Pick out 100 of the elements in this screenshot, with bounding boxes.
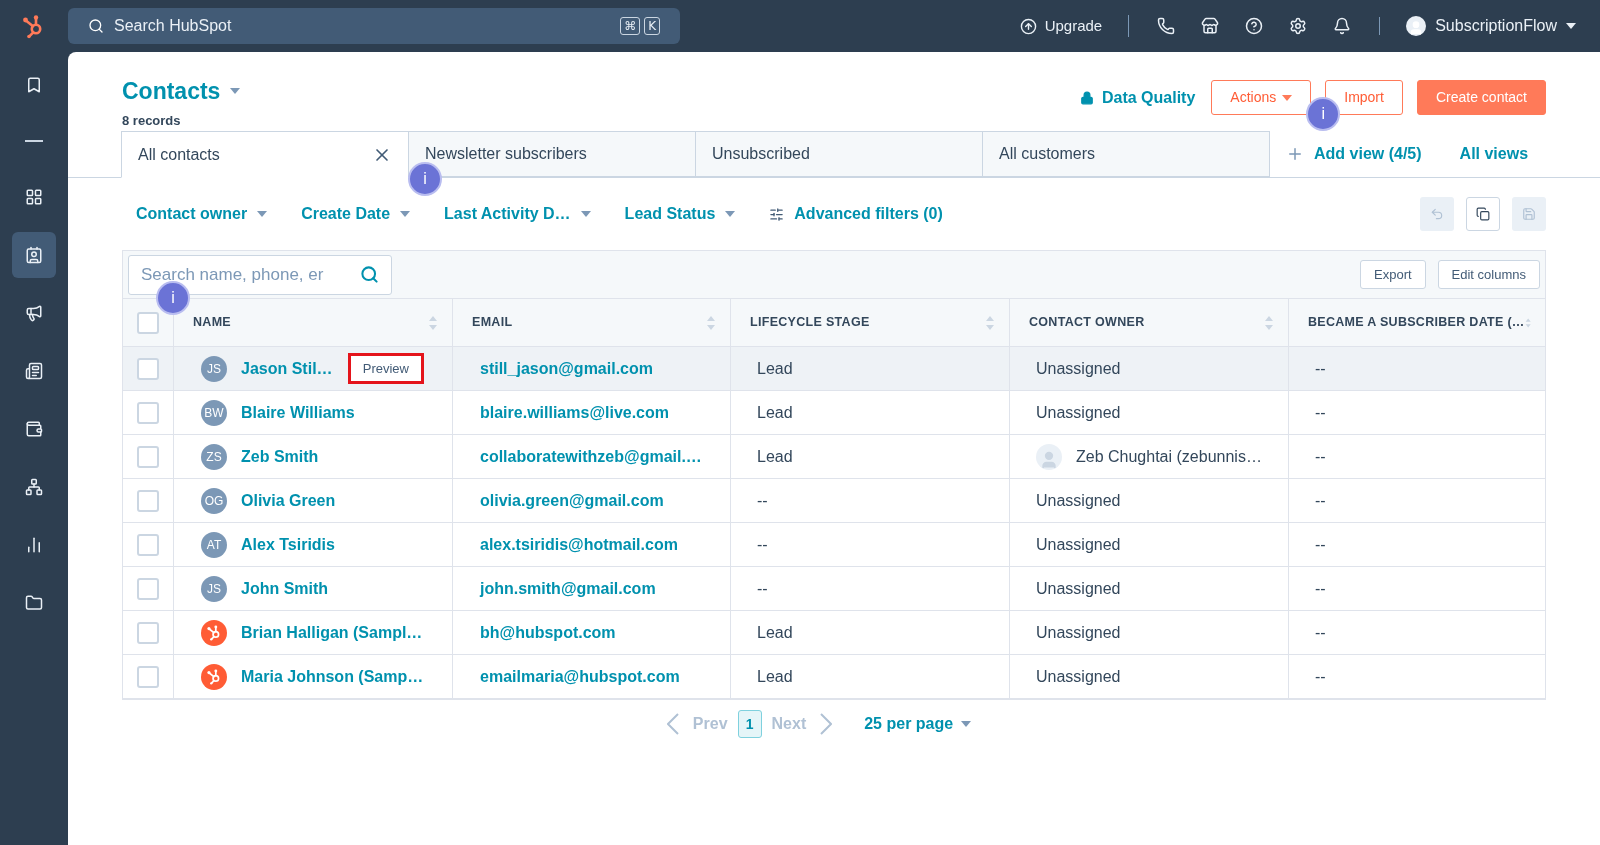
initials-avatar: JS xyxy=(201,575,227,602)
chart-icon xyxy=(25,536,43,554)
view-tab[interactable]: All contacts xyxy=(121,131,409,178)
preview-button[interactable]: Preview xyxy=(347,353,424,384)
checkbox[interactable] xyxy=(137,665,159,688)
email-link[interactable]: emailmaria@hubspot.com xyxy=(480,664,680,689)
table-cell-text: -- xyxy=(1315,578,1326,599)
advanced-filters-button[interactable]: Advanced filters (0) xyxy=(769,202,943,226)
table-cell-text: Lead xyxy=(757,622,793,643)
contact-name-link[interactable]: Alex Tsiridis xyxy=(241,532,335,557)
checkbox[interactable] xyxy=(137,621,159,644)
all-views-link[interactable]: All views xyxy=(1459,142,1529,166)
filter-dropdown[interactable]: Create Date xyxy=(301,202,411,226)
avatar-icon xyxy=(1406,16,1427,36)
column-header[interactable]: BECAME A SUBSCRIBER DATE (… xyxy=(1308,313,1525,332)
checkbox[interactable] xyxy=(137,311,159,334)
data-quality-link[interactable]: Data Quality xyxy=(1079,85,1196,110)
copy-button[interactable] xyxy=(1466,197,1500,231)
document-icon xyxy=(25,362,43,380)
upgrade-icon xyxy=(1019,17,1037,35)
table-cell-text: Unassigned xyxy=(1036,666,1121,687)
checkbox[interactable] xyxy=(137,445,159,468)
edit-columns-button[interactable]: Edit columns xyxy=(1437,260,1540,289)
table-cell-text: Lead xyxy=(757,402,793,423)
settings-icon[interactable] xyxy=(1289,17,1308,35)
filter-dropdown[interactable]: Last Activity D… xyxy=(444,202,591,226)
caret-icon xyxy=(257,211,268,217)
contact-name-link[interactable]: Jason Stil… xyxy=(241,356,333,381)
copy-icon xyxy=(1476,207,1490,221)
initials-avatar: AT xyxy=(201,531,227,558)
email-link[interactable]: alex.tsiridis@hotmail.com xyxy=(480,532,678,557)
checkbox[interactable] xyxy=(137,401,159,424)
export-button[interactable]: Export xyxy=(1360,260,1426,289)
column-header[interactable]: NAME xyxy=(193,313,428,332)
network-icon xyxy=(25,478,43,496)
table-row[interactable]: OG Olivia Green olivia.green@gmail.com -- Unassigned -- xyxy=(123,479,1545,523)
account-menu[interactable]: SubscriptionFlow xyxy=(1380,14,1576,38)
checkbox[interactable] xyxy=(137,533,159,556)
current-page[interactable]: 1 xyxy=(737,710,762,738)
column-header[interactable]: LIFECYCLE STAGE xyxy=(750,313,985,332)
table-cell-text: -- xyxy=(757,578,768,599)
table-row[interactable]: Brian Halligan (Sampl… bh@hubspot.com Lead Unassigned -- xyxy=(123,611,1545,655)
filter-dropdown[interactable]: Lead Status xyxy=(624,202,736,226)
bookmark-icon xyxy=(25,76,43,94)
import-button[interactable]: Import xyxy=(1325,80,1403,115)
email-link[interactable]: john.smith@gmail.com xyxy=(480,576,656,601)
help-icon[interactable] xyxy=(1245,17,1264,35)
add-view-button[interactable]: Add view (4/5) xyxy=(1286,142,1422,166)
view-tab[interactable]: Unsubscribed xyxy=(695,131,983,177)
email-link[interactable]: blaire.williams@live.com xyxy=(480,400,669,425)
table-cell-text: Unassigned xyxy=(1036,358,1121,379)
table-cell-text: -- xyxy=(1315,358,1326,379)
bell-icon[interactable] xyxy=(1333,17,1352,35)
table-row[interactable]: ZS Zeb Smith collaboratewithzeb@gmail.… Lead Zeb Chughtai (zebunnis… -- xyxy=(123,435,1545,479)
store-icon[interactable] xyxy=(1201,17,1220,35)
contact-name-link[interactable]: Brian Halligan (Sampl… xyxy=(241,620,423,645)
search-icon[interactable] xyxy=(360,265,379,284)
chevron-left-icon xyxy=(666,713,679,735)
table-row[interactable]: BW Blaire Williams blaire.williams@live.com Lead Unassigned -- xyxy=(123,391,1545,435)
table-cell-text: Lead xyxy=(757,446,793,467)
column-header[interactable]: CONTACT OWNER xyxy=(1029,313,1264,332)
email-link[interactable]: bh@hubspot.com xyxy=(480,620,616,645)
contact-name-link[interactable]: Blaire Williams xyxy=(241,400,355,425)
view-tab[interactable]: All customers xyxy=(982,131,1270,177)
filter-dropdown[interactable]: Contact owner xyxy=(136,202,268,226)
megaphone-icon xyxy=(25,304,43,322)
per-page-dropdown[interactable]: 25 per page xyxy=(864,712,972,736)
contact-name-link[interactable]: Maria Johnson (Samp… xyxy=(241,664,424,689)
table-cell-text: Unassigned xyxy=(1036,534,1121,555)
shortcut-key: K xyxy=(644,17,660,35)
folder-icon xyxy=(25,594,43,612)
checkbox[interactable] xyxy=(137,577,159,600)
table-row[interactable]: AT Alex Tsiridis alex.tsiridis@hotmail.com -- Unassigned -- xyxy=(123,523,1545,567)
shortcut-key: ⌘ xyxy=(620,17,641,35)
table-cell-text: -- xyxy=(757,490,768,511)
grid-icon xyxy=(25,188,43,206)
contact-name-link[interactable]: Zeb Smith xyxy=(241,444,319,469)
upgrade-button[interactable]: Upgrade xyxy=(1019,14,1130,38)
create-button[interactable]: Create contact xyxy=(1416,80,1546,115)
contact-name-link[interactable]: Olivia Green xyxy=(241,488,336,513)
phone-icon[interactable] xyxy=(1157,17,1176,35)
page-title-dropdown[interactable]: Contacts xyxy=(122,74,241,109)
email-link[interactable]: still_jason@gmail.com xyxy=(480,356,653,381)
contact-name-link[interactable]: John Smith xyxy=(241,576,329,601)
info-tooltip: i xyxy=(408,162,443,196)
search-input[interactable]: Search HubSpot xyxy=(114,14,611,38)
actions-menu-button[interactable]: Actions xyxy=(1211,80,1312,115)
contacts-nav-button[interactable] xyxy=(12,232,56,278)
checkbox[interactable] xyxy=(137,489,159,512)
checkbox[interactable] xyxy=(137,357,159,380)
email-link[interactable]: olivia.green@gmail.com xyxy=(480,488,664,513)
initials-avatar: OG xyxy=(201,487,227,514)
table-row[interactable]: JS John Smith john.smith@gmail.com -- Unassigned -- xyxy=(123,567,1545,611)
table-row[interactable]: JS Jason Stil… Preview still_jason@gmail.com Lead Unassigned -- xyxy=(123,347,1545,391)
table-row[interactable]: Maria Johnson (Samp… emailmaria@hubspot.com Lead Unassigned -- xyxy=(123,655,1545,699)
email-link[interactable]: collaboratewithzeb@gmail.… xyxy=(480,444,702,469)
search-field[interactable]: Search HubSpot ⌘ K xyxy=(68,8,680,44)
column-header[interactable]: EMAIL xyxy=(472,313,706,332)
initials-avatar: ZS xyxy=(201,443,227,470)
caret-icon xyxy=(400,211,411,217)
